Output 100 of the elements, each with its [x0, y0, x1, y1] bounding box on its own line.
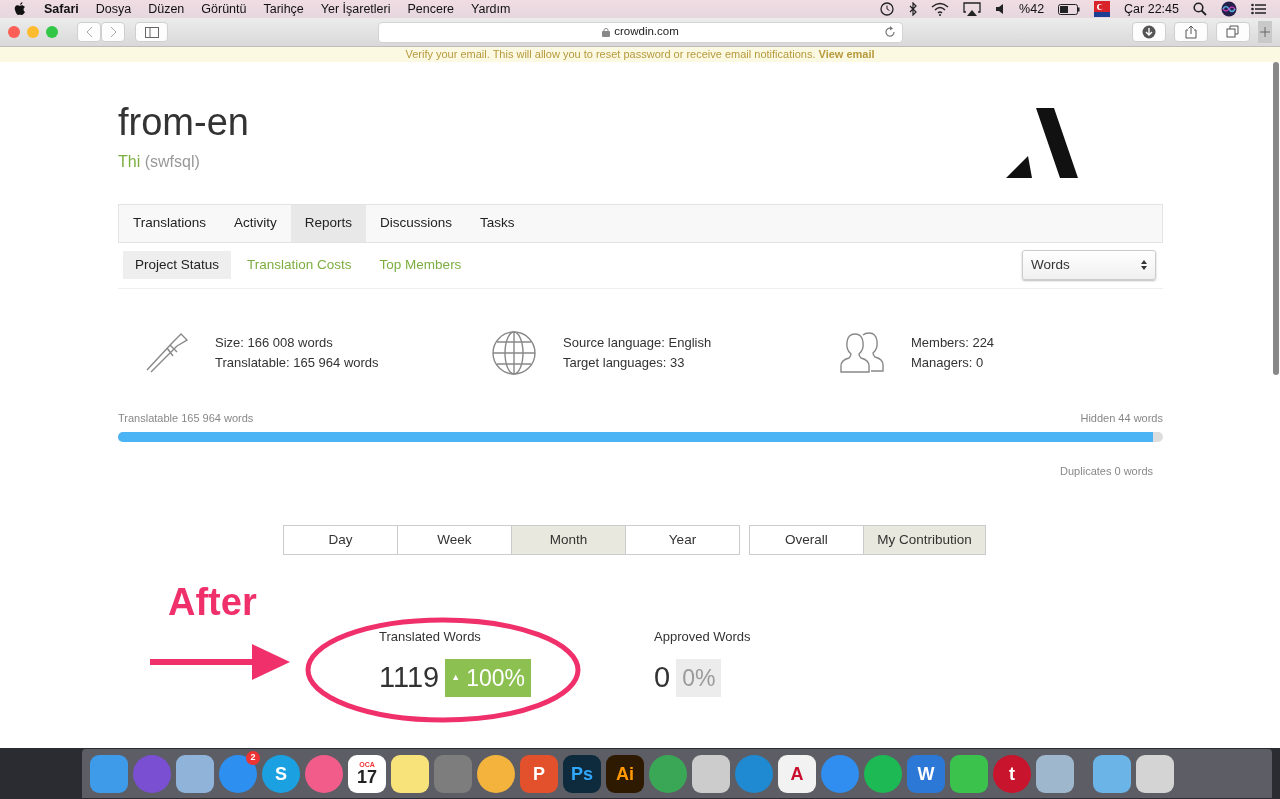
- nav-tab[interactable]: Tasks: [466, 204, 529, 242]
- zoom-button[interactable]: [46, 26, 58, 38]
- icon-glyph: S: [275, 764, 287, 783]
- new-tab-button[interactable]: [1258, 21, 1272, 43]
- airplay-icon: [963, 2, 982, 16]
- project-title: from-en: [118, 100, 249, 144]
- sidebar-icon: [144, 26, 159, 38]
- menu-item[interactable]: Dosya: [95, 0, 132, 19]
- tabs-button[interactable]: [1216, 22, 1250, 42]
- notification-badge: 2: [246, 750, 260, 765]
- globe-icon: [491, 329, 537, 376]
- app-icon[interactable]: [305, 754, 343, 793]
- app-icon[interactable]: 2: [219, 754, 257, 793]
- app-icon[interactable]: [1036, 754, 1074, 793]
- sidebar-button[interactable]: [135, 22, 168, 42]
- reload-icon[interactable]: [884, 26, 896, 38]
- wifi-icon: [931, 2, 950, 16]
- menu-clock[interactable]: Çar 22:45: [1124, 0, 1179, 19]
- stat-text: Size: 166 008 words: [215, 333, 334, 352]
- menu-item[interactable]: Pencere: [407, 0, 455, 19]
- plus-icon: [1260, 27, 1270, 37]
- notice-text: Verify your email. This will allow you to reset password or receive email notifications.: [405, 48, 816, 60]
- app-icon[interactable]: P: [520, 754, 558, 793]
- metric-value: 0: [654, 660, 671, 696]
- change-badge: 0%: [676, 658, 722, 698]
- menu-item[interactable]: Yardım: [471, 0, 511, 19]
- download-icon: [1142, 25, 1156, 39]
- icon-glyph: Ai: [616, 764, 634, 783]
- period-button[interactable]: Day: [283, 524, 398, 555]
- search-icon[interactable]: [1193, 2, 1207, 16]
- stat-text: Source language: English: [563, 333, 712, 352]
- app-icon[interactable]: Ai: [606, 754, 644, 793]
- logo-icon: [1006, 108, 1078, 178]
- icon-glyph: A: [790, 764, 804, 783]
- app-icon[interactable]: [1093, 754, 1131, 793]
- close-button[interactable]: [8, 26, 20, 38]
- nav-tab[interactable]: Reports: [290, 204, 367, 242]
- nav-tab[interactable]: Discussions: [366, 204, 467, 242]
- app-icon[interactable]: [176, 754, 214, 793]
- updown-icon: [1141, 260, 1147, 271]
- app-icon[interactable]: A: [778, 754, 816, 793]
- scope-button[interactable]: Overall: [749, 524, 864, 555]
- nav-tab[interactable]: Translations: [119, 204, 221, 242]
- owner-handle: (swfsql): [144, 152, 200, 170]
- flag-icon: [1094, 1, 1111, 17]
- app-icon[interactable]: t: [993, 754, 1031, 793]
- share-icon: [1184, 25, 1198, 39]
- menu-item[interactable]: Safari: [44, 0, 79, 19]
- menu-item[interactable]: Düzen: [148, 0, 185, 19]
- apple-icon[interactable]: [14, 2, 26, 16]
- app-icon[interactable]: [391, 754, 429, 793]
- address-field[interactable]: crowdin.com: [378, 21, 903, 43]
- annotation-text: After: [168, 580, 257, 625]
- stat-text: Target languages: 33: [563, 353, 686, 372]
- app-icon[interactable]: [1136, 754, 1174, 793]
- change-badge: ▲ 100%: [445, 658, 531, 698]
- menu-item[interactable]: Yer İşaretleri: [320, 0, 391, 19]
- nav-tab[interactable]: Activity: [220, 204, 291, 242]
- app-icon[interactable]: [692, 754, 730, 793]
- stat-text: Managers: 0: [911, 353, 985, 372]
- download-button[interactable]: [1132, 22, 1166, 42]
- list-icon[interactable]: [1251, 3, 1266, 15]
- share-button[interactable]: [1174, 22, 1208, 42]
- menu-item[interactable]: Tarihçe: [263, 0, 304, 19]
- unit-select[interactable]: Words: [1022, 250, 1156, 281]
- people-icon: [839, 329, 885, 376]
- app-icon[interactable]: [864, 754, 902, 793]
- url-text: crowdin.com: [614, 24, 679, 40]
- speaker-icon: [995, 3, 1006, 15]
- app-icon[interactable]: W: [907, 754, 945, 793]
- app-icon[interactable]: [90, 754, 128, 793]
- stat-text: Members: 224: [911, 333, 995, 352]
- bluetooth-icon: [909, 2, 918, 16]
- app-icon[interactable]: Ps: [563, 754, 601, 793]
- metric-label: Translated Words: [379, 627, 482, 646]
- icon-glyph: Ps: [571, 764, 593, 783]
- tabs-icon: [1226, 25, 1240, 39]
- icon-glyph: t: [1009, 764, 1015, 783]
- icon-glyph: 17: [357, 768, 377, 786]
- back-button[interactable]: [77, 22, 101, 42]
- duplicates-text: Duplicates 0 words: [1059, 464, 1154, 480]
- lock-icon: [602, 27, 611, 37]
- battery-percent: %42: [1019, 0, 1045, 18]
- scope-button[interactable]: My Contribution: [863, 524, 986, 555]
- progress-label: Translatable 165 964 words: [118, 410, 254, 426]
- period-button[interactable]: Year: [625, 524, 740, 555]
- period-button[interactable]: Month: [511, 524, 626, 555]
- metric-value: 1119: [379, 660, 440, 696]
- forward-button[interactable]: [101, 22, 125, 42]
- back-icon: [85, 26, 93, 38]
- clock-icon: [879, 2, 896, 16]
- app-icon[interactable]: [950, 754, 988, 793]
- scrollbar-thumb[interactable]: [1273, 62, 1279, 375]
- icon-glyph: P: [533, 764, 545, 783]
- minimize-button[interactable]: [27, 26, 39, 38]
- app-icon[interactable]: [649, 754, 687, 793]
- menu-item[interactable]: Görüntü: [201, 0, 247, 19]
- sub-tab[interactable]: Project Status: [123, 251, 232, 280]
- period-button[interactable]: Week: [397, 524, 512, 555]
- app-icon[interactable]: [477, 754, 515, 793]
